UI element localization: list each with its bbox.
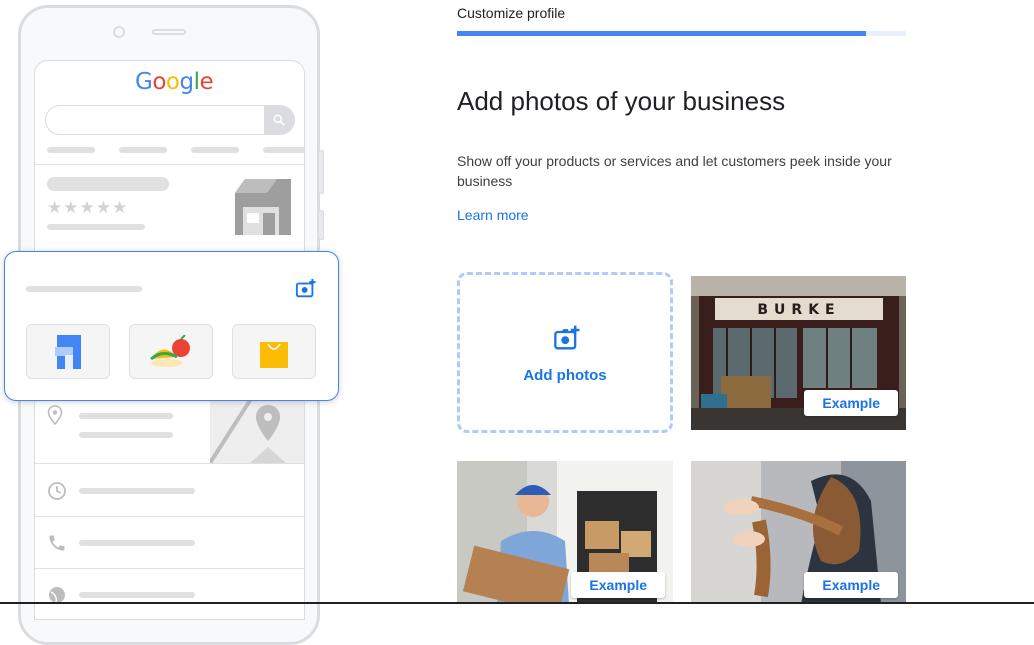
add-photos-button[interactable]: Add photos	[457, 272, 673, 433]
sample-thumbnail-bag	[232, 324, 316, 379]
phone-side-button	[318, 150, 324, 194]
search-icon	[264, 106, 294, 134]
map-pin-icon	[256, 405, 280, 441]
phone-divider	[35, 516, 304, 517]
add-photo-popup-card	[4, 251, 339, 401]
example-photo-salon: Example	[691, 461, 906, 604]
business-name-placeholder	[47, 177, 169, 191]
text-placeholder	[79, 413, 173, 419]
progress-bar	[457, 31, 906, 36]
text-placeholder	[26, 286, 142, 292]
example-photo-delivery: Example	[457, 461, 673, 604]
learn-more-link[interactable]: Learn more	[457, 207, 529, 223]
phone-divider	[35, 463, 304, 464]
phone-side-button	[318, 210, 324, 240]
phone-tab-placeholder	[191, 147, 239, 153]
rating-stars: ★★★★★	[47, 198, 129, 217]
text-placeholder	[79, 432, 173, 438]
clock-icon	[47, 481, 67, 506]
store-icon	[233, 179, 293, 240]
page-description: Show off your products or services and l…	[457, 153, 892, 189]
phone-search-bar	[45, 105, 295, 135]
example-photo-storefront: BURKE Example	[691, 276, 906, 430]
page-title: Add photos of your business	[457, 86, 786, 116]
text-placeholder	[47, 224, 145, 230]
example-button[interactable]: Example	[804, 390, 898, 416]
phone-tab-placeholder	[263, 147, 304, 153]
google-logo: Google	[135, 69, 214, 95]
location-pin-icon	[47, 405, 63, 430]
phone-camera	[113, 26, 125, 38]
step-label: Customize profile	[457, 5, 566, 21]
phone-speaker	[152, 29, 186, 35]
text-placeholder	[79, 488, 195, 494]
add-photo-icon	[295, 278, 317, 305]
phone-icon	[47, 533, 67, 558]
text-placeholder	[79, 540, 195, 546]
phone-divider	[35, 568, 304, 569]
sample-thumbnail-food	[129, 324, 213, 379]
example-button[interactable]: Example	[571, 572, 665, 598]
globe-icon	[47, 585, 67, 610]
phone-divider	[35, 164, 304, 165]
phone-tab-placeholder	[119, 147, 167, 153]
add-photo-icon	[554, 325, 580, 350]
add-photos-label: Add photos	[523, 367, 607, 384]
storefront-sign-text: BURKE	[757, 302, 840, 318]
text-placeholder	[79, 592, 195, 598]
sample-thumbnail-storefront	[26, 324, 110, 379]
progress-fill	[457, 31, 866, 36]
map-thumbnail	[210, 391, 304, 463]
example-button[interactable]: Example	[804, 572, 898, 598]
phone-tab-placeholder	[47, 147, 95, 153]
